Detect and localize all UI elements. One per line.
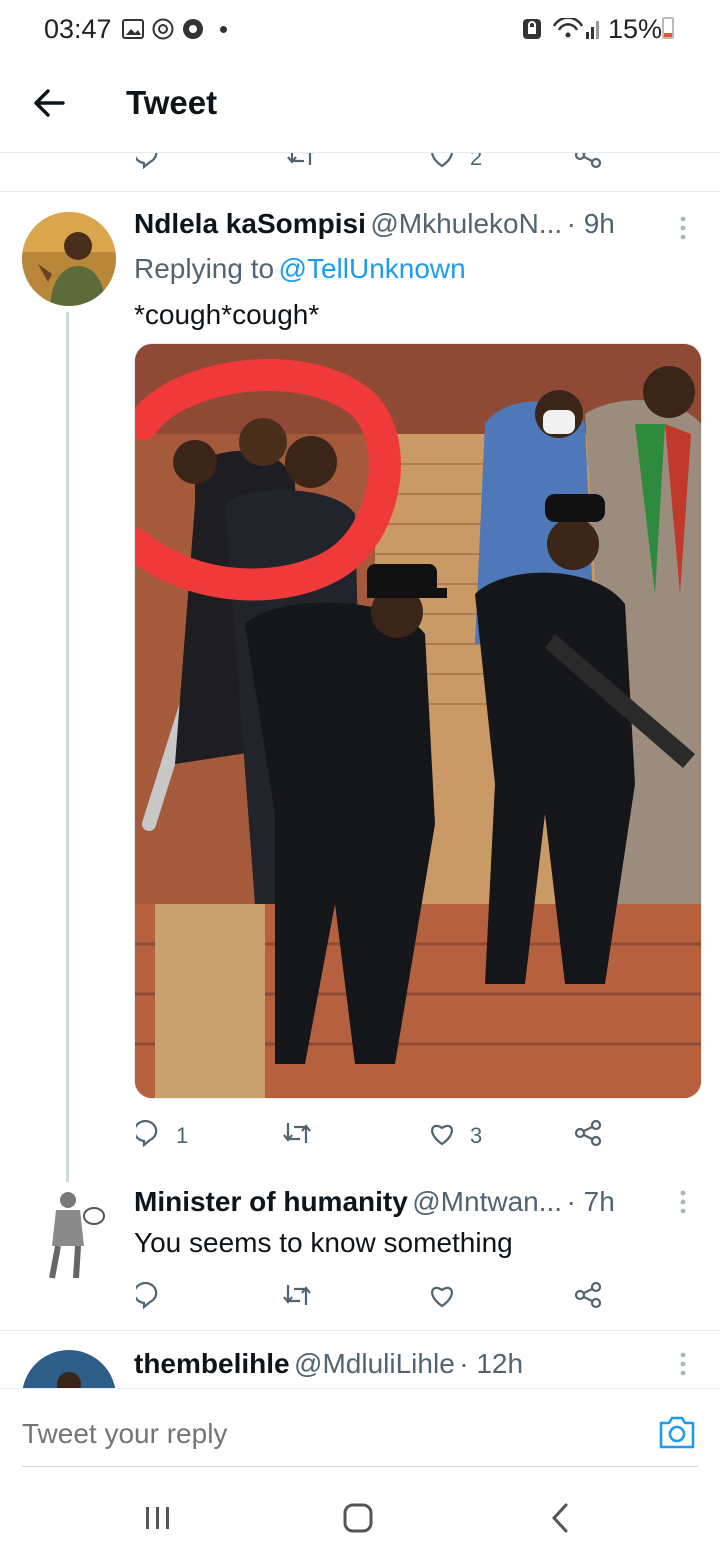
tweet-header: thembelihle @MdluliLihle · 12h — [134, 1348, 674, 1380]
display-name[interactable]: Ndlela kaSompisi — [134, 208, 366, 239]
timestamp: · 9h — [566, 208, 615, 239]
back-icon[interactable] — [548, 1502, 572, 1539]
avatar[interactable] — [22, 1350, 116, 1388]
like-icon[interactable] — [428, 1281, 456, 1314]
reply-input[interactable] — [22, 1410, 622, 1458]
more-options-icon[interactable] — [676, 1188, 690, 1221]
retweet-icon[interactable] — [282, 1119, 312, 1152]
timestamp: · 7h — [566, 1186, 615, 1217]
status-bar: 03:47 15% — [0, 0, 720, 60]
more-options-icon[interactable] — [676, 214, 690, 247]
input-underline — [22, 1466, 698, 1467]
divider — [0, 191, 720, 192]
status-time: 03:47 — [44, 14, 112, 44]
lock-icon — [522, 18, 544, 40]
replying-prefix: Replying to — [134, 253, 275, 284]
avatar[interactable] — [22, 212, 116, 306]
share-icon[interactable] — [574, 1281, 602, 1314]
divider — [0, 1330, 720, 1331]
handle[interactable]: @Mntwan... — [412, 1186, 562, 1217]
chrome-notification-icon — [182, 18, 204, 40]
handle[interactable]: @MkhulekoN... — [370, 208, 562, 239]
camera-icon[interactable] — [658, 1414, 696, 1455]
tweet-header: Minister of humanity @Mntwan... · 7h — [134, 1186, 674, 1218]
instagram-notification-icon — [152, 18, 174, 40]
retweet-icon[interactable] — [286, 153, 316, 169]
battery-icon — [662, 17, 674, 39]
more-options-icon[interactable] — [676, 1350, 690, 1383]
tweet-header: Ndlela kaSompisi @MkhulekoN... · 9h — [134, 208, 674, 240]
share-icon[interactable] — [574, 153, 602, 169]
more-notifications-dot-icon — [220, 26, 227, 33]
home-icon[interactable] — [342, 1502, 374, 1539]
tweet-text: You seems to know something — [134, 1227, 513, 1258]
thread-line — [66, 312, 69, 1182]
photo-content — [135, 344, 701, 1098]
tweet-photo[interactable] — [134, 343, 702, 1099]
app-bar — [0, 60, 720, 153]
like-count: 2 — [470, 153, 483, 170]
gallery-notification-icon — [122, 18, 144, 40]
reply-icon[interactable] — [136, 153, 164, 169]
handle[interactable]: @MdluliLihle — [294, 1348, 455, 1379]
page-title: Tweet — [126, 84, 218, 121]
like-icon[interactable] — [428, 1119, 456, 1152]
tweet-text: *cough*cough* — [134, 299, 320, 330]
recent-apps-icon[interactable] — [144, 1504, 172, 1537]
reply-count: 1 — [176, 1123, 189, 1148]
back-arrow-icon[interactable] — [32, 86, 66, 125]
like-icon[interactable] — [428, 153, 456, 169]
display-name[interactable]: Minister of humanity — [134, 1186, 408, 1217]
replying-to: Replying to @TellUnknown — [134, 253, 466, 285]
avatar[interactable] — [22, 1186, 112, 1286]
reply-icon[interactable] — [133, 1281, 164, 1314]
reply-icon[interactable] — [133, 1119, 164, 1152]
previous-tweet-actions: 2 — [0, 153, 720, 173]
wifi-signal-icon — [552, 16, 600, 40]
replying-to-link[interactable]: @TellUnknown — [279, 253, 466, 284]
battery-percentage: 15% — [608, 14, 663, 44]
display-name[interactable]: thembelihle — [134, 1348, 290, 1379]
retweet-icon[interactable] — [282, 1281, 312, 1314]
timestamp: · 12h — [459, 1348, 524, 1379]
share-icon[interactable] — [574, 1119, 602, 1152]
like-count: 3 — [470, 1123, 483, 1148]
